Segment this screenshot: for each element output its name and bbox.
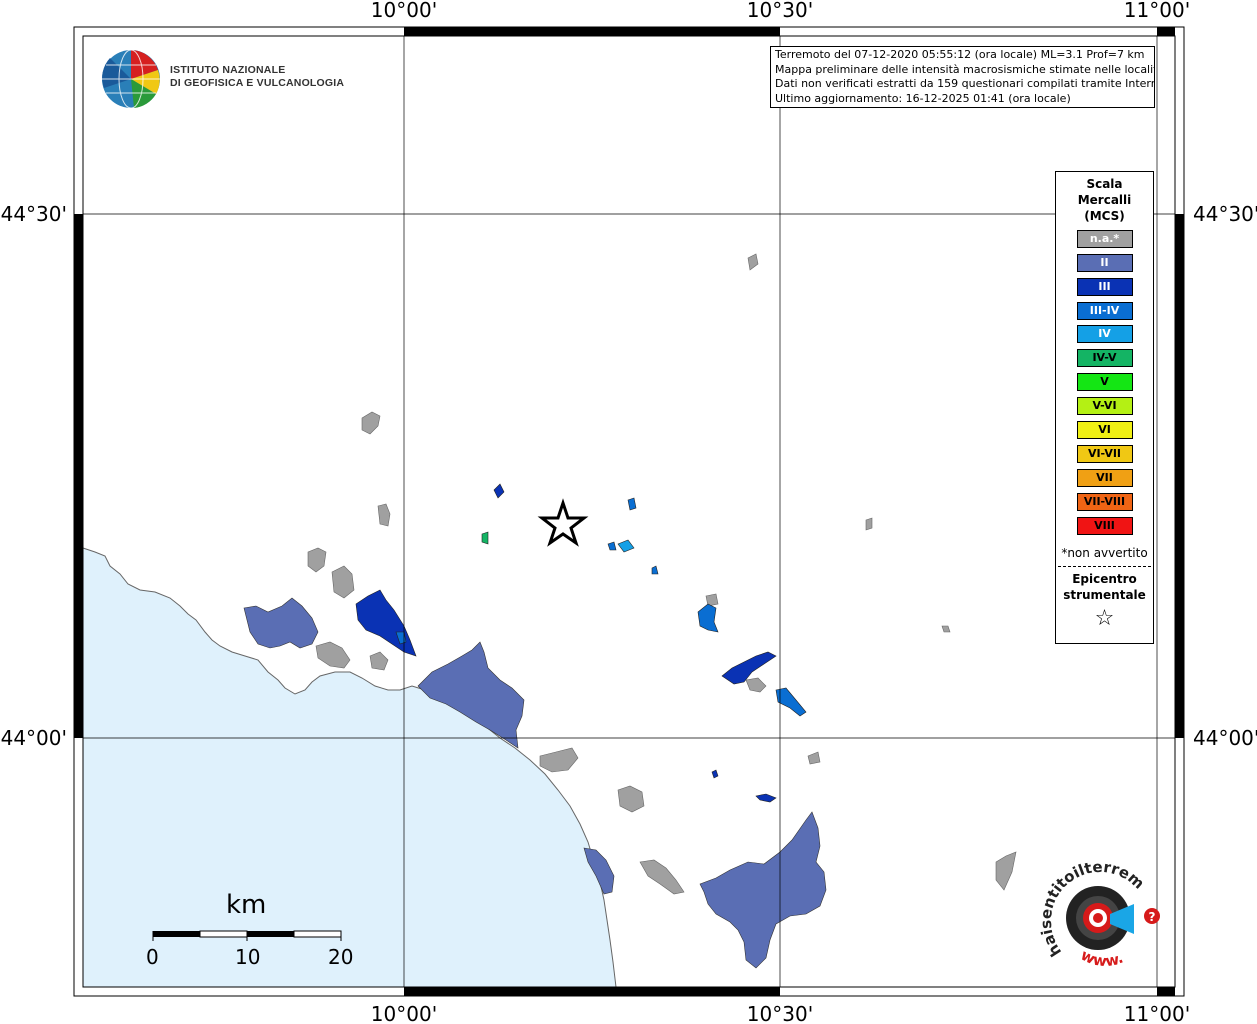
legend-swatch-4: IV xyxy=(1076,325,1133,344)
legend-title-2: Mercalli xyxy=(1077,193,1132,207)
lat-label-right-2: 44°00' xyxy=(1193,726,1257,750)
scale-unit: km xyxy=(226,890,267,920)
intensity-legend: Scala Mercalli (MCS) n.a.* II III III-IV IV I… xyxy=(1055,171,1154,644)
legend-swatch-11: VII-VIII xyxy=(1076,492,1133,511)
logo-line-2: DI GEOFISICA E VULCANOLOGIA xyxy=(170,77,345,89)
epicenter-star-icon xyxy=(537,498,589,547)
lon-label-bottom-3: 11°00' xyxy=(1124,1002,1190,1024)
legend-swatch-8: VI xyxy=(1076,421,1133,440)
legend-swatches: n.a.* II III III-IV IV IV-V V V-VI VI VI-VII VII VI… xyxy=(1056,229,1153,535)
sea-area xyxy=(83,548,616,987)
legend-swatch-6: V xyxy=(1076,373,1133,392)
legend-swatch-12: VIII xyxy=(1076,516,1133,535)
logo-line-1: ISTITUTO NAZIONALE xyxy=(170,64,286,76)
lon-label-top-2: 10°30' xyxy=(747,0,813,22)
municipalities-IV xyxy=(617,539,635,553)
legend-star-icon: ☆ xyxy=(1094,605,1115,631)
legend-swatch-5: IV-V xyxy=(1076,349,1133,368)
lon-label-bottom-1: 10°00' xyxy=(371,1002,437,1024)
svg-text:?: ? xyxy=(1149,910,1156,924)
event-info-line-1: Terremoto del 07-12-2020 05:55:12 (ora l… xyxy=(775,48,1145,61)
lon-label-top-1: 10°00' xyxy=(371,0,437,22)
legend-swatch-2: III xyxy=(1076,277,1133,296)
legend-swatch-3: III-IV xyxy=(1076,301,1133,320)
legend-epicenter-1: Epicentro xyxy=(1072,571,1137,586)
hsit-logo: ? haisentitoilterremoto.it www. xyxy=(1035,846,1165,980)
legend-separator xyxy=(1058,565,1151,567)
scale-tick-10: 10 xyxy=(235,945,261,969)
legend-swatch-0: n.a.* xyxy=(1076,229,1133,248)
legend-swatch-7: V-VI xyxy=(1076,397,1133,416)
scale-tick-20: 20 xyxy=(328,945,354,969)
legend-title-3: (MCS) xyxy=(1084,209,1125,223)
legend-swatch-9: VI-VII xyxy=(1076,444,1133,463)
lon-label-top-3: 11°00' xyxy=(1124,0,1190,22)
event-info-line-2: Mappa preliminare delle intensità macros… xyxy=(775,62,1155,76)
municipalities-IV-V xyxy=(481,531,489,545)
lat-label-left-2: 44°00' xyxy=(1,726,67,750)
ingv-globe-icon xyxy=(102,49,160,109)
legend-swatch-10: VII xyxy=(1076,468,1133,487)
lat-label-right-1: 44°30' xyxy=(1193,202,1257,226)
legend-note: *non avvertito xyxy=(1061,545,1148,560)
event-info-box: Terremoto del 07-12-2020 05:55:12 (ora l… xyxy=(770,46,1155,108)
legend-swatch-1: II xyxy=(1076,253,1133,272)
event-info-line-4: Ultimo aggiornamento: 16-12-2025 01:41 (… xyxy=(775,91,1071,105)
ingv-logo: ISTITUTO NAZIONALE DI GEOFISICA E VULCAN… xyxy=(100,48,360,110)
legend-epicenter-2: strumentale xyxy=(1063,587,1146,602)
hsit-logo-icon: ? haisentitoilterremoto.it www. xyxy=(1035,846,1160,970)
scale-tick-0: 0 xyxy=(146,945,159,969)
legend-title-1: Scala xyxy=(1086,177,1123,191)
lat-label-left-1: 44°30' xyxy=(1,202,67,226)
event-info-line-3: Dati non verificati estratti da 159 ques… xyxy=(775,77,1155,90)
lon-label-bottom-2: 10°30' xyxy=(747,1002,813,1024)
